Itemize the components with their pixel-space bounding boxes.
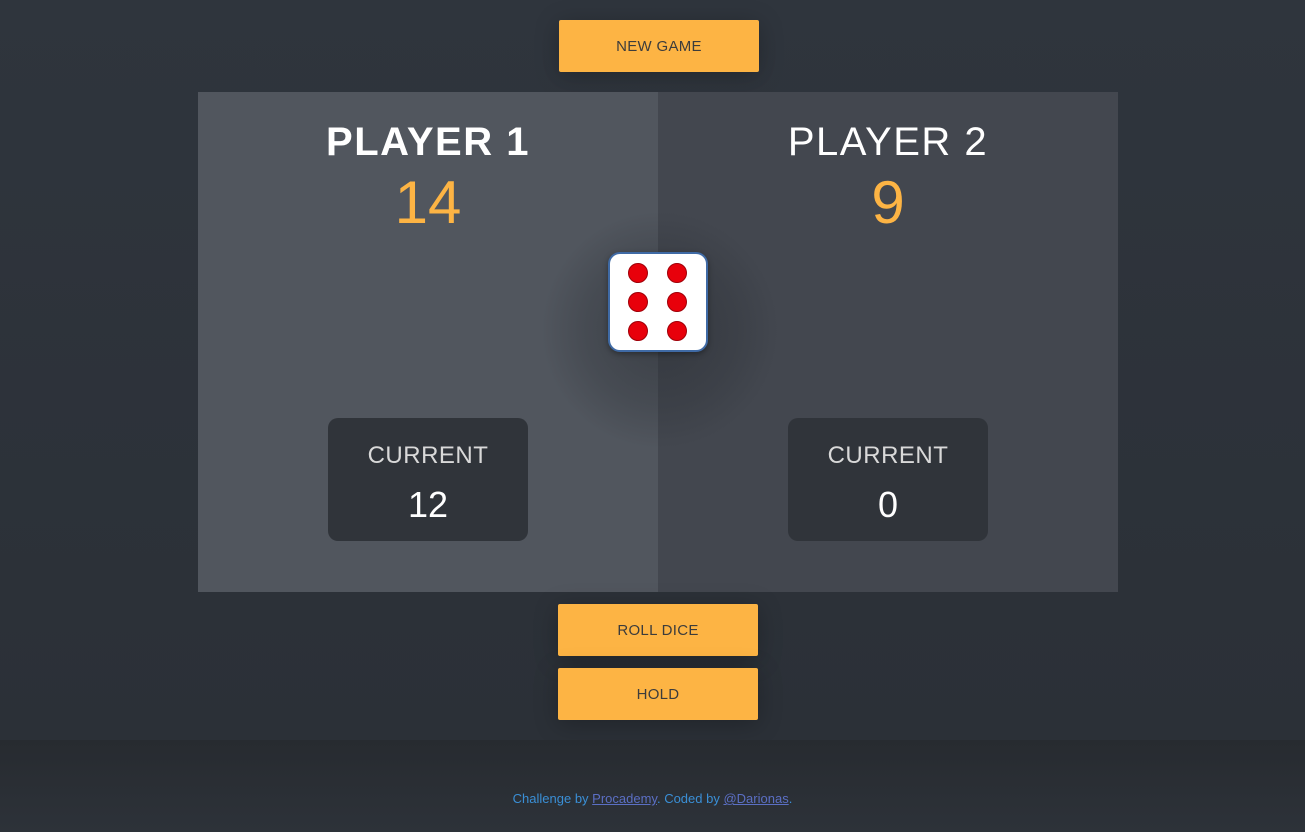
roll-dice-button[interactable]: ROLL DICE (558, 604, 758, 656)
player-1-current-box: CURRENT 12 (328, 418, 528, 541)
new-game-button[interactable]: NEW GAME (559, 20, 759, 72)
dice-pip (667, 321, 687, 341)
player-1-name: PLAYER 1 (326, 120, 530, 164)
player-2-score: 9 (871, 169, 905, 236)
dice-six-icon (608, 252, 708, 352)
credit-middle: . Coded by (656, 791, 724, 806)
player-2-current-label: CURRENT (827, 442, 949, 469)
player-2-current-score: 0 (877, 484, 899, 525)
hold-button[interactable]: HOLD (558, 668, 758, 720)
player-1-current-label: CURRENT (367, 442, 489, 469)
credit-prefix: Challenge by (512, 791, 593, 806)
procademy-link[interactable]: Procademy (592, 791, 657, 806)
dice-pip (628, 321, 648, 341)
player-2-name: PLAYER 2 (787, 120, 989, 164)
dice-pip (628, 263, 648, 283)
player-1-panel: PLAYER 1 14 CURRENT 12 (198, 92, 658, 592)
footer: Challenge by Procademy. Coded by @Darion… (0, 740, 1305, 832)
game-area: NEW GAME PLAYER 1 14 CURRENT 12 PLAYER 2… (0, 0, 1305, 740)
dice-pip (667, 263, 687, 283)
player-2-current-box: CURRENT 0 (788, 418, 988, 541)
player-1-score: 14 (394, 169, 462, 236)
dice-pip (628, 292, 648, 312)
footer-credit: Challenge by Procademy. Coded by @Darion… (0, 791, 1305, 806)
player-1-current-score: 12 (407, 484, 449, 525)
dice-pip (667, 292, 687, 312)
player-2-panel: PLAYER 2 9 CURRENT 0 (658, 92, 1118, 592)
author-link[interactable]: @Darionas (723, 791, 788, 806)
credit-suffix: . (788, 791, 793, 806)
